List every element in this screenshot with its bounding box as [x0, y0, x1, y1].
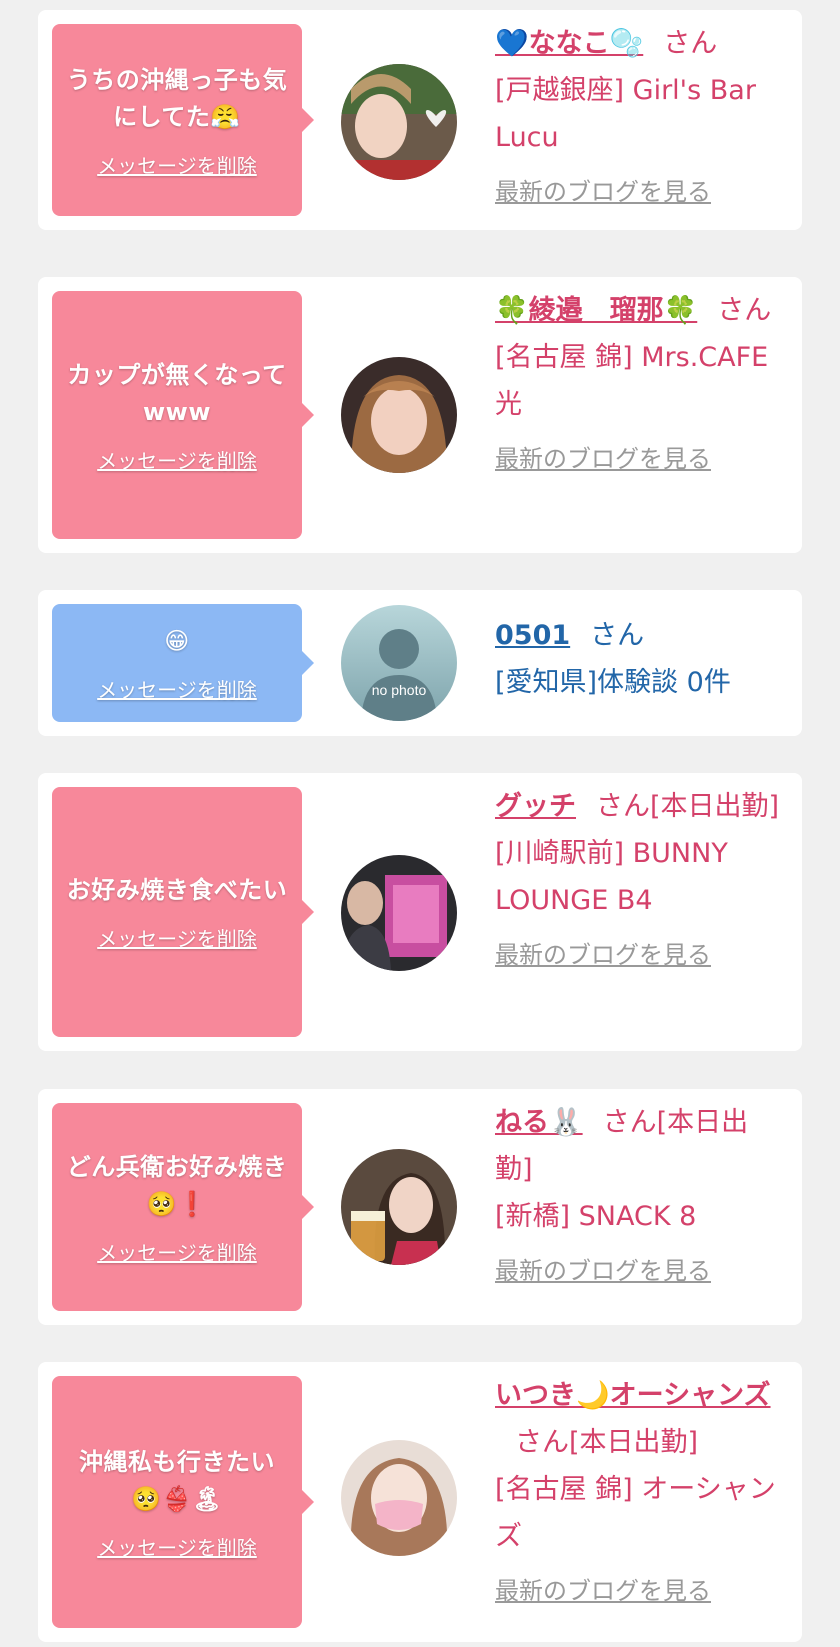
- avatar[interactable]: [341, 1149, 457, 1265]
- delete-message-link[interactable]: メッセージを削除: [97, 1237, 257, 1266]
- latest-blog-link[interactable]: 最新のブログを見る: [495, 1252, 785, 1290]
- message-bubble: 😁 メッセージを削除: [52, 604, 314, 722]
- delete-message-link[interactable]: メッセージを削除: [97, 674, 257, 703]
- san-suffix: さん: [590, 620, 645, 651]
- message-card: お好み焼き食べたい メッセージを削除 グッチ さん[本日出勤] [川崎駅前] BU…: [38, 773, 802, 1051]
- attendance-status: [本日出勤]: [650, 791, 780, 822]
- attendance-status: [本日出勤]: [569, 1427, 699, 1458]
- delete-message-link[interactable]: メッセージを削除: [97, 150, 257, 179]
- sender-info: 0501 さん [愛知県]体験談 0件: [495, 612, 785, 706]
- delete-message-link[interactable]: メッセージを削除: [97, 445, 257, 474]
- sender-name-link[interactable]: 🍀綾邉 瑠那🍀: [495, 295, 697, 326]
- message-card: 😁 メッセージを削除 no photo 0501 さん [愛知県]体験談 0件: [38, 590, 802, 736]
- san-suffix: さん: [663, 28, 718, 59]
- sender-name-link[interactable]: 💙ななこ🫧: [495, 28, 643, 59]
- sender-name-link[interactable]: グッチ: [495, 791, 576, 822]
- message-bubble: カップが無くなってwww メッセージを削除: [52, 291, 314, 539]
- san-suffix: さん: [596, 791, 650, 822]
- delete-message-link[interactable]: メッセージを削除: [97, 1532, 257, 1561]
- sender-info: いつき🌙オーシャンズさん[本日出勤] [名古屋 錦] オーシャンズ 最新のブログ…: [495, 1372, 785, 1610]
- shop-info: [川崎駅前] BUNNY LOUNGE B4: [495, 838, 728, 916]
- san-suffix: さん: [515, 1427, 569, 1458]
- sender-name-link[interactable]: 0501: [495, 620, 570, 651]
- message-bubble: どん兵衛お好み焼き🥺❗ メッセージを削除: [52, 1103, 314, 1311]
- avatar[interactable]: [341, 64, 457, 180]
- sender-info: ねる🐰 さん[本日出勤] [新橋] SNACK 8 最新のブログを見る: [495, 1099, 785, 1290]
- message-list: うちの沖縄っ子も気にしてた😤 メッセージを削除 💙ななこ🫧 さん [戸越銀座] G…: [0, 0, 840, 1647]
- message-bubble: 沖縄私も行きたい🥺👙🏝 メッセージを削除: [52, 1376, 314, 1628]
- shop-info: [戸越銀座] Girl's Bar Lucu: [495, 75, 756, 153]
- message-text: どん兵衛お好み焼き🥺❗: [66, 1152, 288, 1218]
- avatar[interactable]: [341, 855, 457, 971]
- shop-info: [新橋] SNACK 8: [495, 1201, 697, 1232]
- message-text: お好み焼き食べたい: [66, 876, 288, 904]
- no-photo-label: no photo: [372, 682, 427, 698]
- latest-blog-link[interactable]: 最新のブログを見る: [495, 936, 785, 974]
- message-text: 😁: [164, 627, 190, 655]
- shop-info: [名古屋 錦] Mrs.CAFE 光: [495, 342, 769, 420]
- message-card: どん兵衛お好み焼き🥺❗ メッセージを削除 ねる🐰 さん[本日出勤] [新橋] SN…: [38, 1089, 802, 1325]
- sender-info: 💙ななこ🫧 さん [戸越銀座] Girl's Bar Lucu 最新のブログを見る: [495, 20, 785, 211]
- message-text: カップが無くなってwww: [67, 360, 287, 426]
- san-suffix: さん: [717, 295, 772, 326]
- message-card: 沖縄私も行きたい🥺👙🏝 メッセージを削除 いつき🌙オーシャンズさん[本日出勤] …: [38, 1362, 802, 1642]
- message-bubble: お好み焼き食べたい メッセージを削除: [52, 787, 314, 1037]
- avatar[interactable]: [341, 357, 457, 473]
- sender-name-link[interactable]: ねる🐰: [495, 1107, 583, 1138]
- sender-name-link[interactable]: いつき🌙オーシャンズ: [495, 1380, 771, 1411]
- sender-info: グッチ さん[本日出勤] [川崎駅前] BUNNY LOUNGE B4 最新のブロ…: [495, 783, 785, 974]
- shop-info: [名古屋 錦] オーシャンズ: [495, 1474, 776, 1552]
- message-card: うちの沖縄っ子も気にしてた😤 メッセージを削除 💙ななこ🫧 さん [戸越銀座] G…: [38, 10, 802, 230]
- san-suffix: さん: [602, 1107, 657, 1138]
- latest-blog-link[interactable]: 最新のブログを見る: [495, 173, 785, 211]
- shop-info: [愛知県]体験談 0件: [495, 667, 731, 698]
- message-card: カップが無くなってwww メッセージを削除 🍀綾邉 瑠那🍀 さん [名古屋 錦] …: [38, 277, 802, 553]
- message-text: うちの沖縄っ子も気にしてた😤: [66, 65, 288, 131]
- message-text: 沖縄私も行きたい🥺👙🏝: [79, 1447, 275, 1513]
- avatar[interactable]: no photo: [341, 605, 457, 721]
- avatar[interactable]: [341, 1440, 457, 1556]
- sender-info: 🍀綾邉 瑠那🍀 さん [名古屋 錦] Mrs.CAFE 光 最新のブログを見る: [495, 287, 785, 478]
- delete-message-link[interactable]: メッセージを削除: [97, 923, 257, 952]
- message-bubble: うちの沖縄っ子も気にしてた😤 メッセージを削除: [52, 24, 314, 216]
- latest-blog-link[interactable]: 最新のブログを見る: [495, 1572, 785, 1610]
- latest-blog-link[interactable]: 最新のブログを見る: [495, 440, 785, 478]
